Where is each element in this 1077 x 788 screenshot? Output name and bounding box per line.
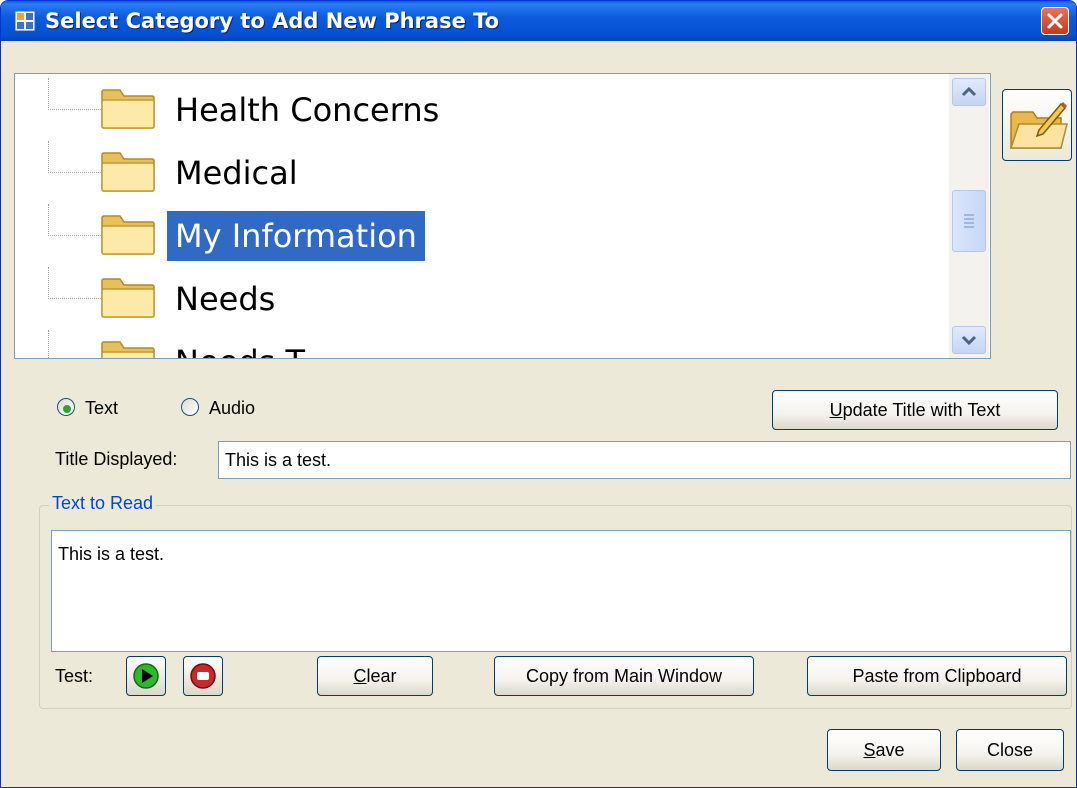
folder-edit-icon xyxy=(1009,102,1068,149)
audio-radio[interactable]: Audio xyxy=(181,397,291,419)
button-label: lear xyxy=(366,666,397,686)
audio-radio-label: Audio xyxy=(209,398,256,418)
scroll-down-button[interactable] xyxy=(952,326,986,354)
chevron-up-icon xyxy=(961,86,977,97)
text-radio-label: Text xyxy=(85,398,119,418)
copy-from-main-window-button[interactable]: Copy from Main Window xyxy=(494,656,754,696)
save-button[interactable]: Save xyxy=(827,729,941,771)
title-bar[interactable]: Select Category to Add New Phrase To xyxy=(1,1,1076,41)
tree-item-health-concerns[interactable]: Health Concerns xyxy=(15,78,955,140)
scroll-thumb[interactable] xyxy=(952,190,986,252)
tree-item-my-information[interactable]: My Information xyxy=(15,204,955,266)
text-to-read-group-label: Text to Read xyxy=(49,493,157,514)
folder-icon xyxy=(101,152,155,192)
text-to-read-textarea[interactable]: This is a test. xyxy=(51,530,1071,652)
tree-item-needs-t[interactable]: Needs T xyxy=(15,330,955,358)
mnemonic-letter: U xyxy=(829,400,843,420)
mnemonic-letter: S xyxy=(863,740,876,760)
mnemonic-letter: C xyxy=(353,666,367,686)
tree-vertical-scrollbar[interactable] xyxy=(949,74,989,358)
category-tree[interactable]: Health Concerns Medical My Information N… xyxy=(14,73,991,359)
close-window-button[interactable] xyxy=(1041,7,1069,35)
stop-button[interactable] xyxy=(183,656,223,696)
radio-circle xyxy=(181,398,199,416)
window-title: Select Category to Add New Phrase To xyxy=(45,9,500,33)
tree-connector xyxy=(48,330,101,358)
grip-icon xyxy=(964,214,974,228)
tree-connector xyxy=(48,204,101,236)
dialog-window: Select Category to Add New Phrase To Hea… xyxy=(0,0,1077,788)
scroll-up-button[interactable] xyxy=(952,78,986,106)
folder-icon xyxy=(101,341,155,358)
tree-connector xyxy=(48,78,101,110)
tree-item-label: Needs T xyxy=(167,337,313,358)
paste-from-clipboard-button[interactable]: Paste from Clipboard xyxy=(807,656,1067,696)
radio-selected-dot xyxy=(63,405,71,413)
close-icon xyxy=(1047,13,1063,29)
edit-category-button[interactable] xyxy=(1002,89,1072,161)
title-displayed-input[interactable]: This is a test. xyxy=(218,441,1071,479)
tree-item-label: Medical xyxy=(175,154,298,192)
folder-icon xyxy=(101,215,155,255)
tree-connector xyxy=(48,267,101,299)
tree-item-label: Needs xyxy=(175,280,276,318)
play-button[interactable] xyxy=(126,656,166,696)
close-button[interactable]: Close xyxy=(956,729,1064,771)
stop-icon xyxy=(190,663,216,689)
folder-icon xyxy=(101,89,155,129)
folder-icon xyxy=(101,278,155,318)
button-label: ave xyxy=(875,740,905,760)
chevron-down-icon xyxy=(961,335,977,346)
tree-item-needs[interactable]: Needs xyxy=(15,267,955,329)
tree-item-label: My Information xyxy=(167,211,425,261)
title-displayed-label: Title Displayed: xyxy=(55,449,178,469)
tree-item-medical[interactable]: Medical xyxy=(15,141,955,203)
play-icon xyxy=(133,663,159,689)
tree-item-label: Health Concerns xyxy=(175,91,440,129)
radio-circle xyxy=(57,398,75,416)
app-window-icon xyxy=(15,11,35,31)
button-label: pdate Title with Text xyxy=(842,400,1001,420)
clear-button[interactable]: Clear xyxy=(317,656,433,696)
test-label: Test: xyxy=(55,666,94,686)
tree-connector xyxy=(48,141,101,173)
text-radio[interactable]: Text xyxy=(57,397,157,419)
update-title-button[interactable]: Update Title with Text xyxy=(772,390,1058,430)
